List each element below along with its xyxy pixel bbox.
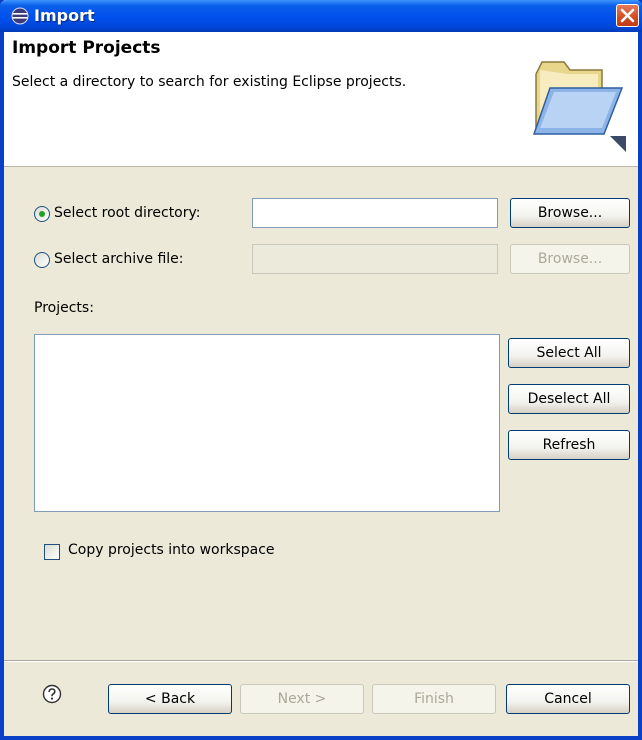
- cancel-button[interactable]: Cancel: [506, 684, 630, 714]
- root-directory-radio[interactable]: [34, 206, 50, 222]
- window-title: Import: [34, 6, 95, 25]
- back-button[interactable]: < Back: [108, 684, 232, 714]
- eclipse-icon: [11, 7, 29, 25]
- browse-archive-button: Browse...: [510, 244, 630, 274]
- refresh-button[interactable]: Refresh: [508, 430, 630, 460]
- finish-button: Finish: [372, 684, 496, 714]
- close-button[interactable]: [616, 4, 639, 27]
- select-root-directory-option[interactable]: Select root directory:: [34, 204, 254, 226]
- help-icon[interactable]: [42, 684, 62, 704]
- archive-file-radio[interactable]: [34, 252, 50, 268]
- import-dialog: Import Import Projects Select a director…: [0, 0, 642, 740]
- footer-separator: [4, 660, 638, 662]
- browse-root-button[interactable]: Browse...: [510, 198, 630, 228]
- folder-open-icon: [532, 61, 626, 152]
- page-description: Select a directory to search for existin…: [12, 74, 407, 90]
- deselect-all-button[interactable]: Deselect All: [508, 384, 630, 414]
- projects-label: Projects:: [34, 300, 94, 316]
- title-bar[interactable]: Import: [0, 0, 642, 32]
- archive-file-field: [252, 244, 498, 274]
- copy-projects-label: Copy projects into workspace: [68, 542, 275, 558]
- archive-file-label: Select archive file:: [54, 251, 184, 267]
- projects-list[interactable]: [34, 334, 500, 512]
- copy-projects-checkbox[interactable]: [44, 544, 60, 560]
- root-directory-field[interactable]: [252, 198, 498, 228]
- select-all-button[interactable]: Select All: [508, 338, 630, 368]
- select-archive-file-option[interactable]: Select archive file:: [34, 250, 254, 272]
- next-button: Next >: [240, 684, 364, 714]
- root-directory-label: Select root directory:: [54, 205, 201, 221]
- close-icon: [620, 8, 635, 23]
- page-title: Import Projects: [12, 38, 161, 58]
